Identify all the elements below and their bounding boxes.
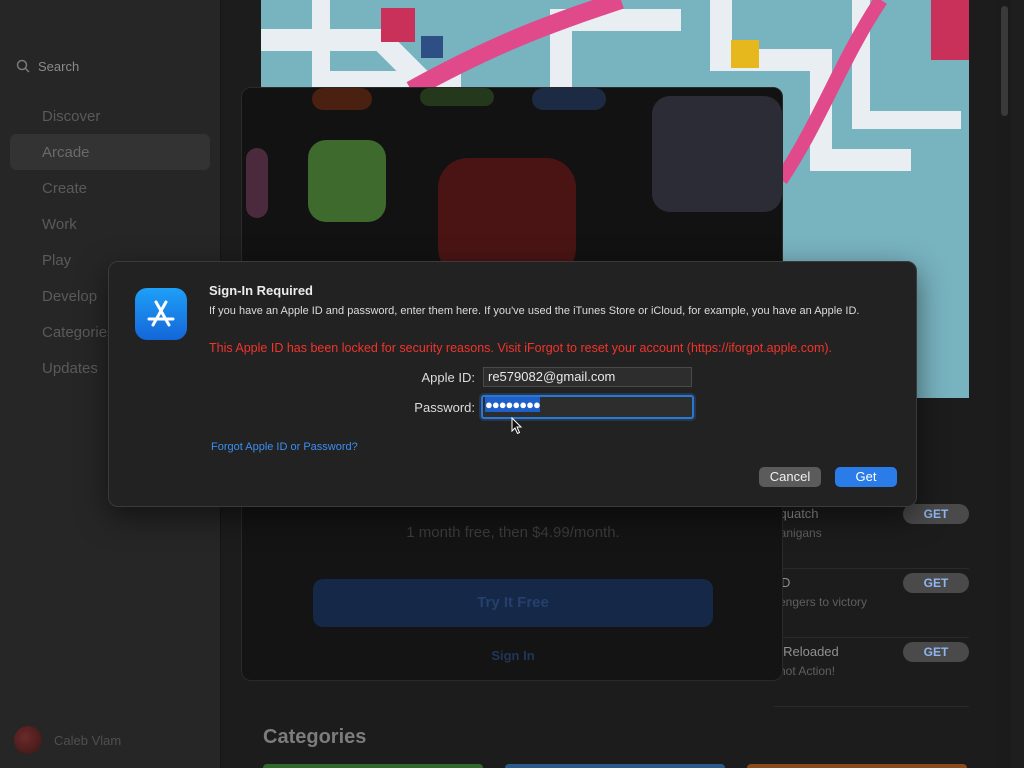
game-tile-image: [312, 88, 372, 110]
section-title: Categories: [263, 726, 367, 748]
sign-in-link[interactable]: Sign In: [242, 648, 782, 663]
error-message: This Apple ID has been locked for securi…: [209, 341, 832, 355]
scrollbar-thumb[interactable]: [1001, 6, 1008, 116]
app-list: squatch nanigans GET e TD vengers to vic…: [773, 500, 969, 707]
game-tile-image: [246, 148, 268, 218]
sign-in-dialog: Sign-In Required If you have an Apple ID…: [108, 261, 917, 507]
get-button[interactable]: GET: [903, 504, 969, 524]
forgot-password-link[interactable]: Forgot Apple ID or Password?: [211, 441, 358, 453]
cancel-button[interactable]: Cancel: [759, 467, 821, 487]
dialog-message: If you have an Apple ID and password, en…: [209, 305, 860, 317]
search-field[interactable]: Search: [10, 52, 210, 80]
search-icon: [16, 59, 30, 73]
dialog-title: Sign-In Required: [209, 283, 313, 298]
list-item[interactable]: squatch nanigans GET: [773, 500, 969, 569]
user-account[interactable]: Caleb Vlam: [14, 726, 121, 754]
list-item[interactable]: e TD vengers to victory GET: [773, 567, 969, 638]
sidebar-item-arcade[interactable]: Arcade: [10, 134, 210, 170]
scrollbar[interactable]: [998, 0, 1011, 768]
apple-id-label: Apple ID:: [421, 370, 475, 385]
sidebar-item-work[interactable]: Work: [10, 206, 210, 242]
avatar: [14, 726, 42, 754]
get-button[interactable]: Get: [835, 467, 897, 487]
get-button[interactable]: GET: [903, 642, 969, 662]
list-item[interactable]: e s Reloaded shot Action! GET: [773, 636, 969, 707]
app-store-window: Search Discover Arcade Create Work Play …: [0, 0, 1024, 768]
user-name: Caleb Vlam: [54, 732, 122, 748]
game-tile-image: [420, 88, 494, 106]
password-value: ●●●●●●●●: [485, 397, 541, 412]
sidebar-item-create[interactable]: Create: [10, 170, 210, 206]
game-tile-image: [532, 88, 606, 110]
mouse-pointer-icon: [511, 417, 523, 435]
app-store-icon: [135, 288, 187, 340]
arcade-games-artwork: [242, 88, 782, 278]
apple-id-field[interactable]: re579082@gmail.com: [483, 367, 692, 387]
search-placeholder: Search: [38, 58, 80, 74]
game-tile-image: [308, 140, 386, 222]
list-item-subtitle: vengers to victory: [773, 595, 868, 609]
category-card[interactable]: [747, 764, 967, 768]
sidebar-item-discover[interactable]: Discover: [10, 98, 210, 134]
get-button[interactable]: GET: [903, 573, 969, 593]
subscription-price: 1 month free, then $4.99/month.: [406, 524, 620, 541]
password-field[interactable]: ●●●●●●●●: [481, 395, 694, 419]
category-card[interactable]: [263, 764, 483, 768]
game-tile-image: [652, 96, 782, 212]
game-tile-image: [438, 158, 576, 278]
try-it-free-button[interactable]: Try It Free: [313, 579, 713, 627]
password-label: Password:: [414, 400, 475, 415]
category-card[interactable]: [505, 764, 725, 768]
